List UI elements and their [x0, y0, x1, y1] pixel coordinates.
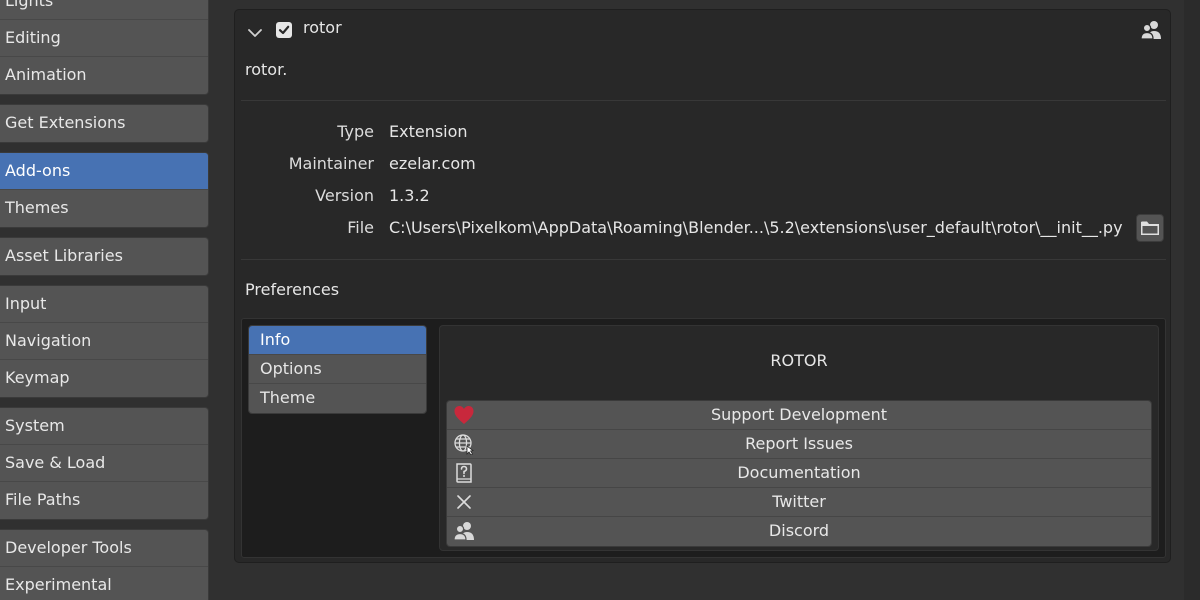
- report-issues-button[interactable]: Report Issues: [447, 430, 1151, 459]
- tab-info[interactable]: Info: [249, 326, 426, 355]
- sidebar-item-themes[interactable]: Themes: [0, 190, 208, 227]
- sidebar-group-extensions: Get Extensions: [0, 104, 209, 143]
- sidebar-group-input: Input Navigation Keymap: [0, 285, 209, 398]
- sidebar: Lights Editing Animation Get Extensions …: [0, 0, 210, 600]
- documentation-button[interactable]: Documentation: [447, 459, 1151, 488]
- addon-name: rotor: [303, 18, 342, 37]
- file-label: File: [347, 218, 374, 237]
- link-label: Twitter: [772, 492, 826, 511]
- divider: [241, 100, 1166, 101]
- scroll-edge: [1184, 0, 1200, 600]
- content-title: ROTOR: [770, 351, 828, 370]
- tab-options[interactable]: Options: [249, 355, 426, 384]
- sidebar-item-animation[interactable]: Animation: [0, 57, 208, 94]
- file-path-value: C:\Users\Pixelkom\AppData\Roaming\Blende…: [389, 218, 1123, 237]
- tab-theme[interactable]: Theme: [249, 384, 426, 413]
- preferences-tabs: Info Options Theme: [248, 325, 427, 414]
- type-label: Type: [337, 122, 374, 141]
- preferences-box: Info Options Theme ROTOR Support Develop…: [241, 318, 1166, 558]
- help-book-icon: [453, 462, 475, 484]
- globe-icon: [453, 433, 475, 455]
- info-content: ROTOR Support Development Report Issues …: [439, 325, 1159, 551]
- twitter-button[interactable]: Twitter: [447, 488, 1151, 517]
- sidebar-item-add-ons[interactable]: Add-ons: [0, 153, 208, 190]
- sidebar-item-developer-tools[interactable]: Developer Tools: [0, 530, 208, 567]
- addon-panel: rotor rotor. Type Extension Maintainer e…: [234, 9, 1171, 563]
- version-label: Version: [315, 186, 374, 205]
- addon-description: rotor.: [245, 60, 288, 79]
- preferences-title: Preferences: [245, 280, 340, 299]
- open-folder-button[interactable]: [1136, 214, 1164, 242]
- link-label: Discord: [768, 521, 830, 540]
- link-label: Documentation: [737, 463, 861, 482]
- sidebar-item-experimental[interactable]: Experimental: [0, 567, 208, 600]
- folder-icon: [1141, 221, 1159, 235]
- heart-icon: [453, 404, 475, 426]
- maintainer-value: ezelar.com: [389, 154, 476, 173]
- community-icon: [1140, 19, 1162, 41]
- sidebar-group-addons: Add-ons Themes: [0, 152, 209, 228]
- link-label: Support Development: [710, 405, 888, 424]
- sidebar-item-navigation[interactable]: Navigation: [0, 323, 208, 360]
- support-development-button[interactable]: Support Development: [447, 401, 1151, 430]
- sidebar-item-input[interactable]: Input: [0, 286, 208, 323]
- divider: [241, 259, 1166, 260]
- type-value: Extension: [389, 122, 468, 141]
- chevron-down-icon[interactable]: [247, 24, 263, 37]
- link-label: Report Issues: [745, 434, 853, 453]
- sidebar-item-keymap[interactable]: Keymap: [0, 360, 208, 397]
- sidebar-group-interface: Lights Editing Animation: [0, 0, 209, 95]
- sidebar-item-editing[interactable]: Editing: [0, 20, 208, 57]
- sidebar-item-file-paths[interactable]: File Paths: [0, 482, 208, 519]
- community-icon: [453, 520, 475, 542]
- maintainer-label: Maintainer: [288, 154, 374, 173]
- sidebar-group-system: System Save & Load File Paths: [0, 407, 209, 520]
- sidebar-item-lights[interactable]: Lights: [0, 0, 208, 20]
- sidebar-item-asset-libraries[interactable]: Asset Libraries: [0, 238, 208, 275]
- sidebar-item-system[interactable]: System: [0, 408, 208, 445]
- discord-button[interactable]: Discord: [447, 517, 1151, 546]
- link-list: Support Development Report Issues Docume…: [446, 400, 1152, 547]
- version-value: 1.3.2: [389, 186, 430, 205]
- x-icon: [453, 491, 475, 513]
- sidebar-item-get-extensions[interactable]: Get Extensions: [0, 105, 208, 142]
- sidebar-group-assets: Asset Libraries: [0, 237, 209, 276]
- addon-enabled-checkbox[interactable]: [276, 22, 292, 38]
- sidebar-item-save-load[interactable]: Save & Load: [0, 445, 208, 482]
- sidebar-group-dev: Developer Tools Experimental: [0, 529, 209, 600]
